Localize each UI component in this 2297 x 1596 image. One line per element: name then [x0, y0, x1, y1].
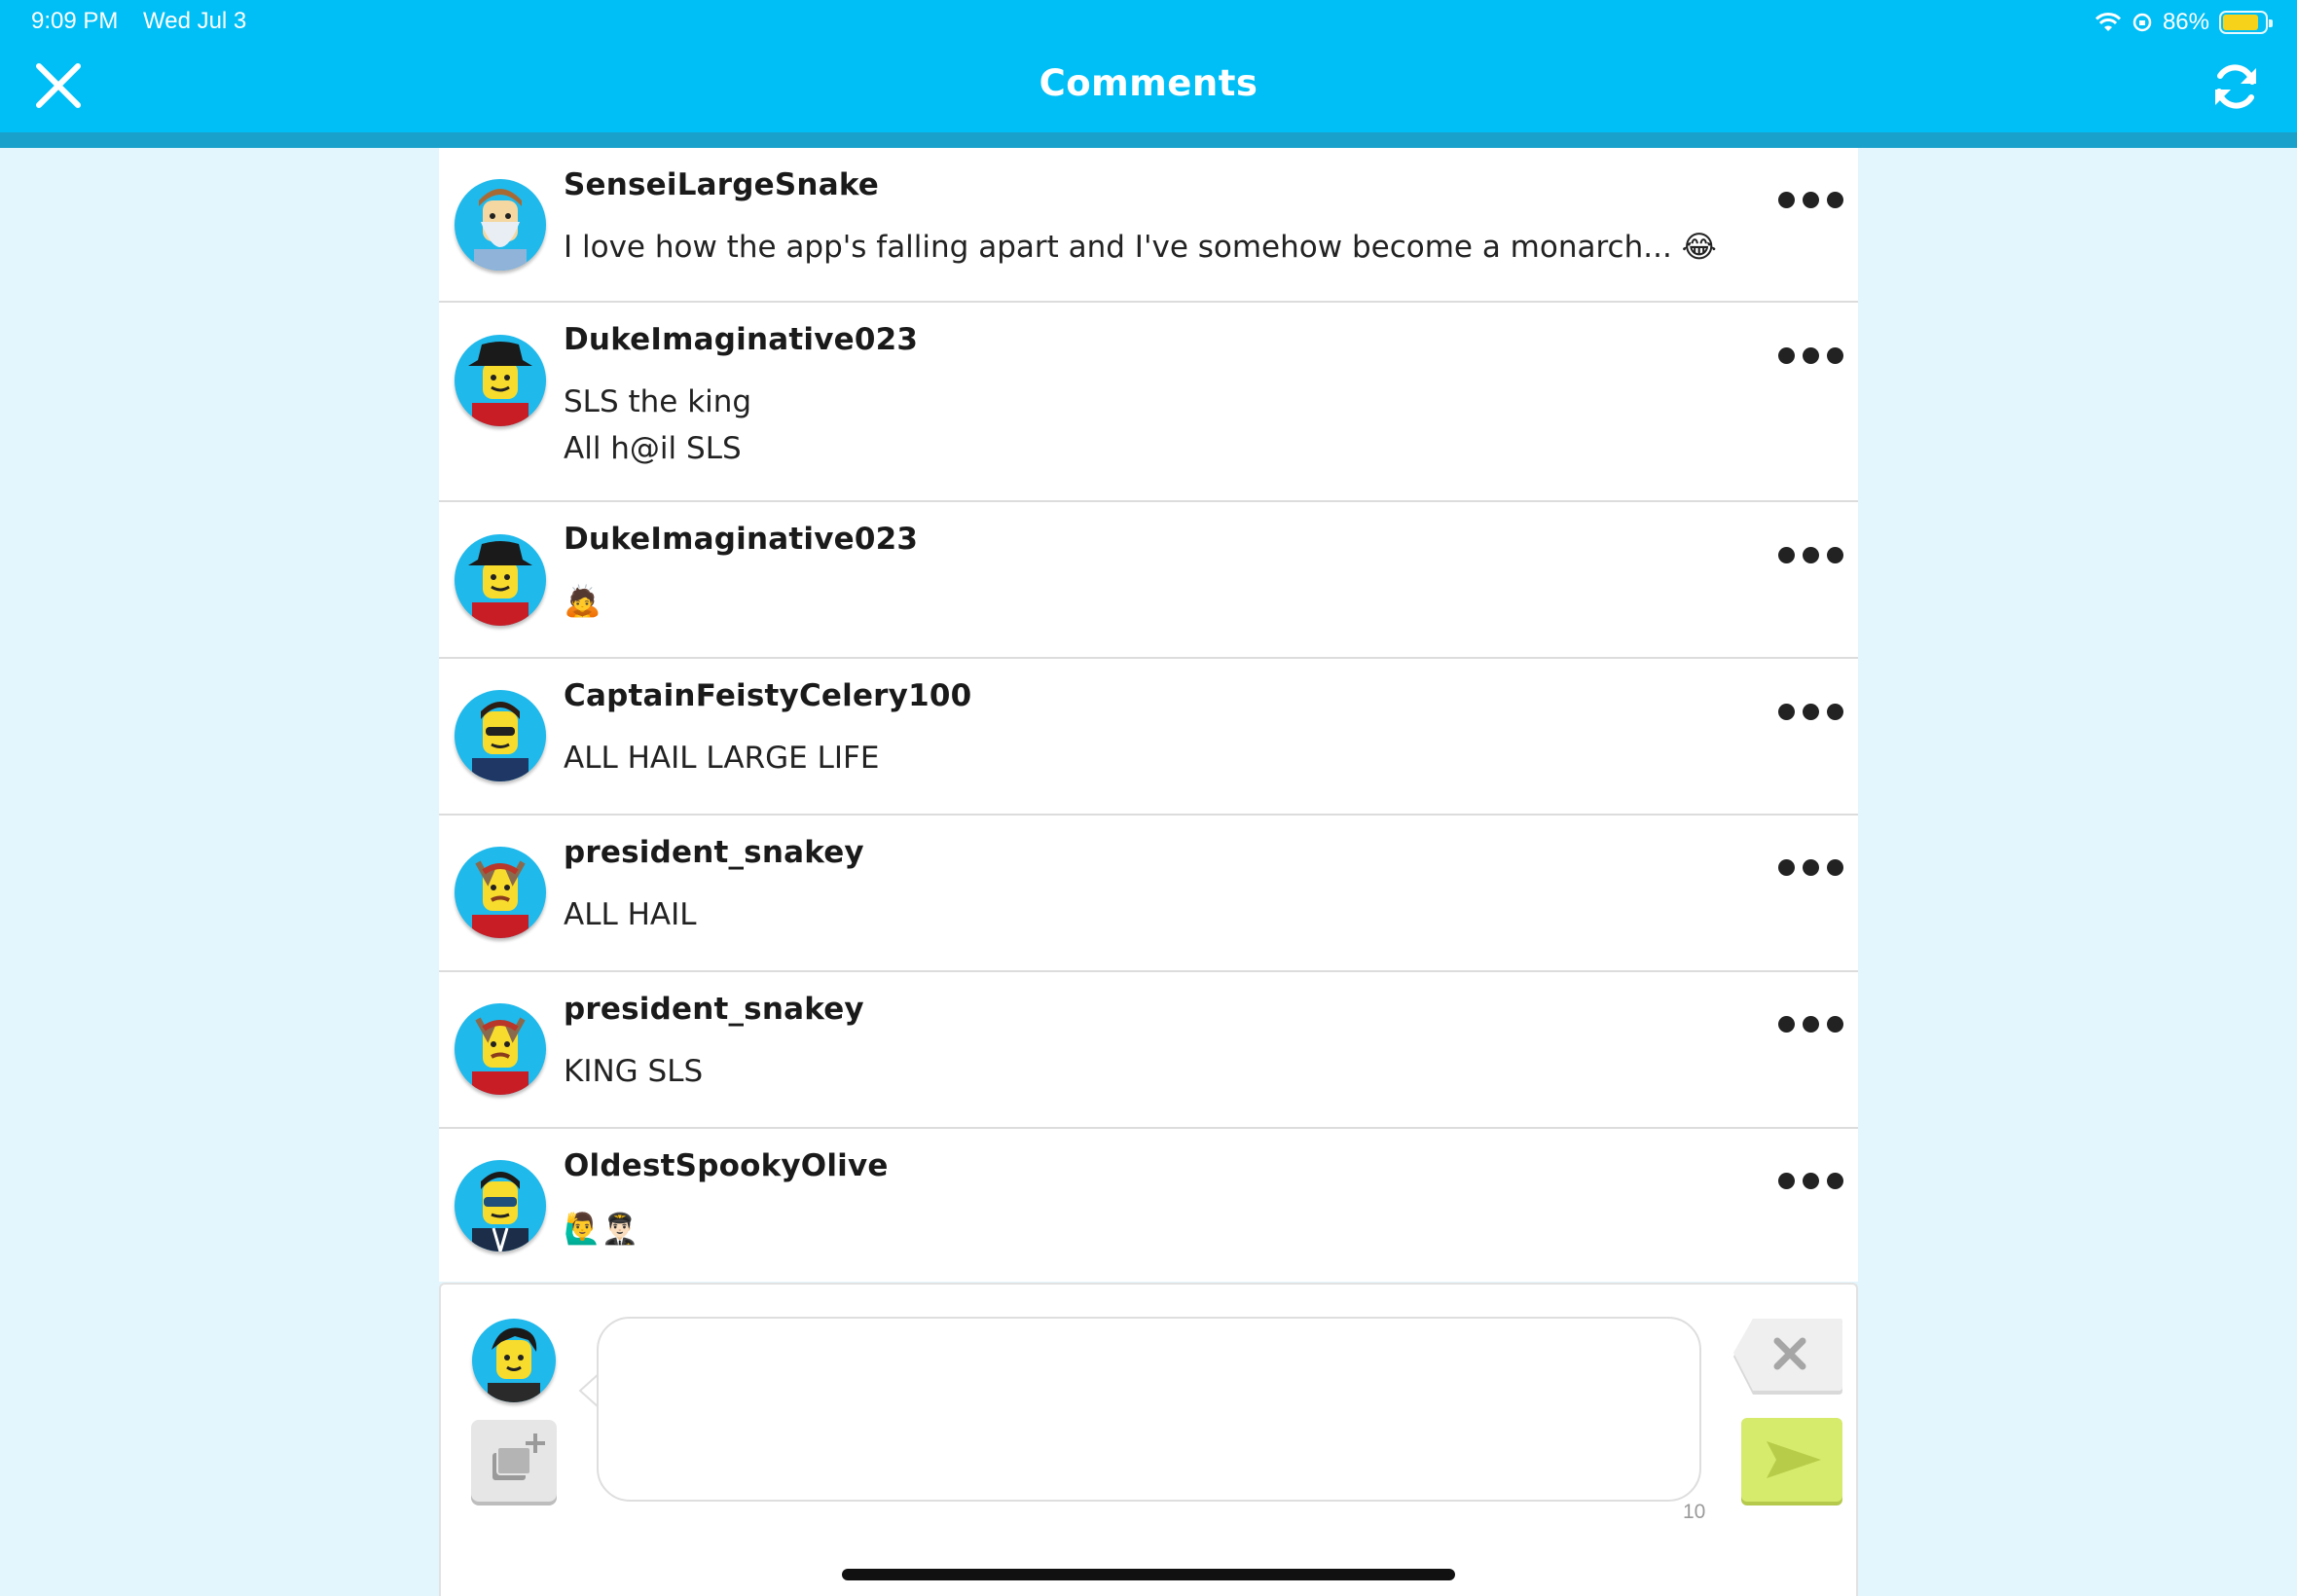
- battery-icon: [2219, 11, 2273, 34]
- wizard-minifig-icon[interactable]: [455, 179, 546, 271]
- more-options-button[interactable]: [1778, 344, 1846, 367]
- comment-item: OldestSpookyOlive 🙋‍♂️👨🏻‍✈️: [439, 1129, 1858, 1282]
- comment-text: 🙇: [564, 584, 602, 619]
- comment-username[interactable]: DukeImaginative023: [564, 322, 918, 357]
- more-options-button[interactable]: [1778, 700, 1846, 723]
- comment-username[interactable]: DukeImaginative023: [564, 522, 918, 557]
- comment-username[interactable]: president_snakey: [564, 992, 864, 1027]
- comment-text: SLS the king: [564, 384, 752, 419]
- user-avatar[interactable]: [472, 1319, 556, 1402]
- add-photo-icon: [492, 1433, 545, 1480]
- orientation-lock-icon: [2133, 13, 2152, 32]
- comment-item: SenseiLargeSnake I love how the app's fa…: [439, 148, 1858, 303]
- status-date: Wed Jul 3: [143, 8, 247, 34]
- wifi-icon: [2095, 13, 2122, 31]
- comment-text: I love how the app's falling apart and I…: [564, 230, 1717, 265]
- comment-text: All h@il SLS: [564, 431, 742, 466]
- comment-input[interactable]: [597, 1317, 1701, 1502]
- comment-text: KING SLS: [564, 1054, 704, 1089]
- comment-item: DukeImaginative023 SLS the king All h@il…: [439, 303, 1858, 502]
- comment-item: president_snakey KING SLS: [439, 972, 1858, 1129]
- character-counter: 10: [1683, 1501, 1706, 1523]
- viking-minifig-icon[interactable]: [455, 1003, 546, 1095]
- comment-list[interactable]: SenseiLargeSnake I love how the app's fa…: [439, 148, 1858, 1282]
- more-options-button[interactable]: [1778, 855, 1846, 879]
- status-time: 9:09 PM: [31, 8, 119, 34]
- comment-item: president_snakey ALL HAIL: [439, 816, 1858, 972]
- cowboy-minifig-icon[interactable]: [455, 335, 546, 426]
- police-minifig-icon[interactable]: [455, 690, 546, 781]
- clear-button[interactable]: [1732, 1317, 1843, 1398]
- comment-username[interactable]: CaptainFeistyCelery100: [564, 678, 971, 713]
- comment-text: ALL HAIL LARGE LIFE: [564, 741, 880, 776]
- send-icon: [1767, 1441, 1821, 1478]
- comment-username[interactable]: president_snakey: [564, 835, 864, 870]
- comment-text: ALL HAIL: [564, 897, 697, 932]
- cowboy-minifig-icon[interactable]: [455, 534, 546, 626]
- home-indicator: [842, 1569, 1455, 1580]
- masked-minifig-icon[interactable]: [455, 1160, 546, 1251]
- page-title: Comments: [1039, 62, 1258, 104]
- more-options-button[interactable]: [1778, 543, 1846, 566]
- comment-username[interactable]: OldestSpookyOlive: [564, 1148, 889, 1183]
- refresh-button[interactable]: [2207, 58, 2264, 115]
- viking-minifig-icon[interactable]: [455, 847, 546, 938]
- add-media-button[interactable]: [471, 1420, 557, 1502]
- more-options-button[interactable]: [1778, 1169, 1846, 1192]
- status-indicators: 86%: [2095, 6, 2273, 39]
- comment-composer: 10: [439, 1283, 1858, 1596]
- comment-item: CaptainFeistyCelery100 ALL HAIL LARGE LI…: [439, 659, 1858, 816]
- comment-text: 🙋‍♂️👨🏻‍✈️: [564, 1212, 639, 1247]
- send-button[interactable]: [1741, 1418, 1842, 1502]
- more-options-button[interactable]: [1778, 1012, 1846, 1035]
- refresh-icon: [2215, 64, 2256, 109]
- battery-percent: 86%: [2162, 9, 2209, 35]
- comment-item: DukeImaginative023 🙇: [439, 502, 1858, 659]
- more-options-button[interactable]: [1778, 188, 1846, 211]
- comment-username[interactable]: SenseiLargeSnake: [564, 167, 879, 202]
- header-divider: [0, 132, 2297, 148]
